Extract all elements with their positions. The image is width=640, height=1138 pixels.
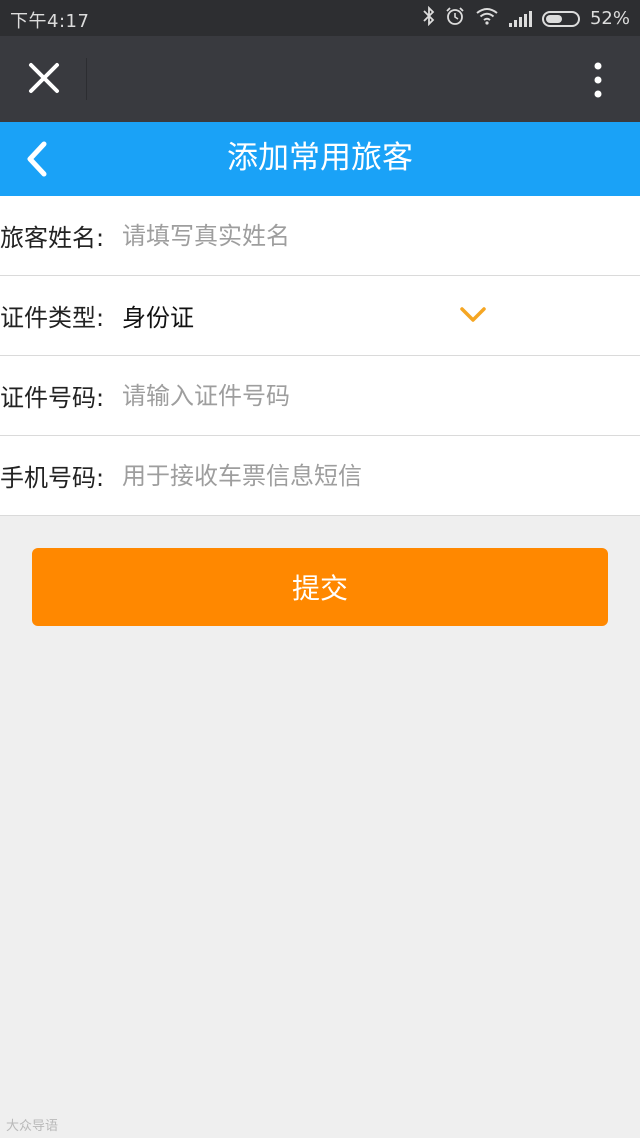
name-row: 旅客姓名: [0, 196, 640, 276]
status-bar: 下午4:17 52% [0, 0, 640, 36]
name-input[interactable] [122, 221, 640, 250]
id-number-input[interactable] [122, 381, 640, 410]
battery-percent: 52% [589, 8, 630, 29]
id-number-label: 证件号码: [0, 384, 105, 412]
phone-input[interactable] [122, 461, 640, 490]
alarm-icon [445, 6, 465, 31]
toolbar-divider [86, 58, 87, 100]
wifi-icon [475, 7, 499, 30]
watermark: 大众导语 [6, 1119, 59, 1134]
id-number-row: 证件号码: [0, 356, 640, 436]
id-type-label: 证件类型: [0, 304, 105, 332]
status-icons: 52% [423, 5, 630, 31]
status-time: 下午4:17 [10, 11, 90, 32]
name-label: 旅客姓名: [0, 224, 105, 252]
id-type-select[interactable]: 身份证 [122, 298, 194, 333]
more-vertical-icon[interactable] [578, 58, 618, 102]
webview-toolbar [0, 36, 640, 122]
submit-button[interactable]: 提交 [32, 548, 608, 626]
phone-row: 手机号码: [0, 436, 640, 516]
chevron-down-icon[interactable] [458, 304, 488, 326]
id-type-row[interactable]: 证件类型: 身份证 [0, 276, 640, 356]
battery-icon [541, 10, 580, 27]
signal-icon [508, 10, 532, 27]
page-title: 添加常用旅客 [227, 140, 413, 176]
close-icon[interactable] [22, 56, 66, 100]
header: 添加常用旅客 [0, 122, 640, 196]
passenger-form: 旅客姓名: 证件类型: 身份证 证件号码: 手机号码: [0, 196, 640, 516]
phone-label: 手机号码: [0, 464, 105, 492]
bluetooth-icon [423, 5, 435, 31]
